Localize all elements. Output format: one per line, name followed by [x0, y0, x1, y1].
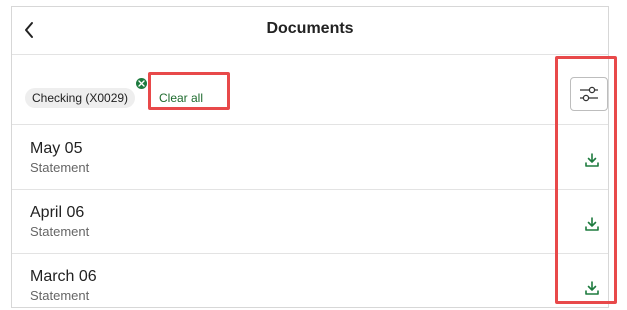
download-icon — [585, 153, 599, 167]
header: Documents — [12, 7, 608, 55]
document-date: May 05 — [30, 140, 83, 157]
clear-all-link[interactable]: Clear all — [159, 87, 203, 109]
download-button[interactable] — [582, 214, 602, 234]
documents-panel: Documents Checking (X0029) Clear all May… — [11, 6, 609, 308]
document-row[interactable]: March 06 Statement — [12, 254, 608, 307]
document-type: Statement — [30, 224, 90, 239]
download-icon — [585, 217, 599, 231]
document-row[interactable]: May 05 Statement — [12, 126, 608, 190]
document-type: Statement — [30, 160, 90, 175]
account-filter-chip: Checking (X0029) — [25, 88, 136, 108]
download-button[interactable] — [582, 150, 602, 170]
filter-bar: Checking (X0029) Clear all — [12, 55, 608, 125]
document-date: March 06 — [30, 268, 97, 285]
chip-remove-button[interactable] — [136, 78, 147, 89]
document-date: April 06 — [30, 204, 85, 221]
close-icon — [138, 80, 145, 87]
document-type: Statement — [30, 288, 90, 303]
page-title: Documents — [266, 20, 354, 37]
filter-button[interactable] — [570, 77, 608, 111]
download-button[interactable] — [582, 278, 602, 298]
sliders-icon — [580, 86, 598, 102]
document-row[interactable]: April 06 Statement — [12, 190, 608, 254]
download-icon — [585, 281, 599, 295]
